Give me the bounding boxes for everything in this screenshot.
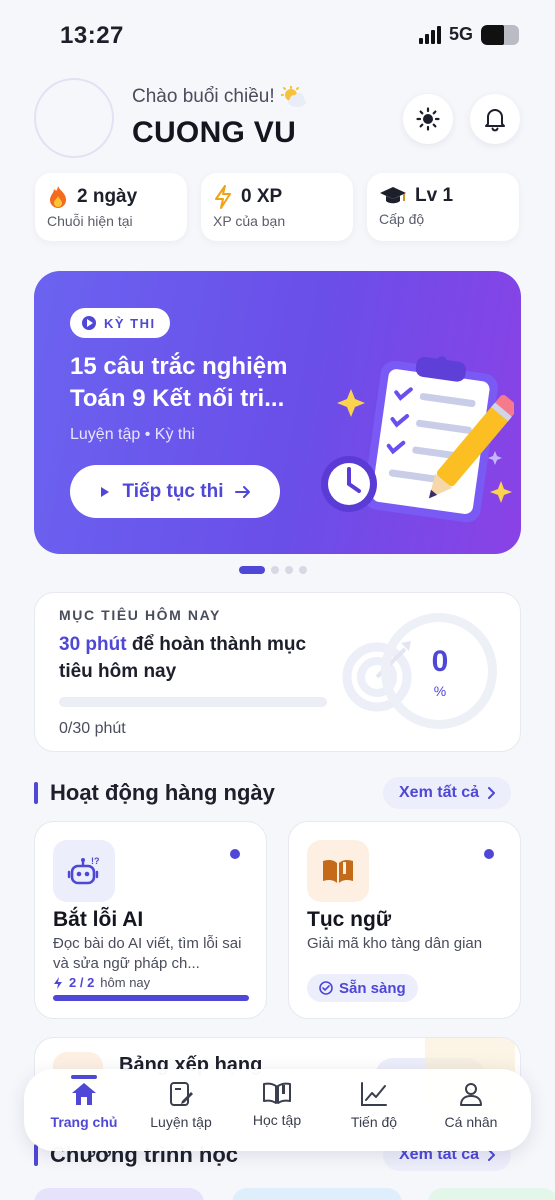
avatar[interactable] (34, 78, 114, 158)
streak-value: 2 ngày (77, 186, 138, 207)
notifications-button[interactable] (470, 94, 520, 144)
new-indicator (230, 849, 240, 859)
program-card[interactable] (232, 1188, 402, 1200)
goal-percent-sign: % (433, 683, 447, 699)
activity-icon-box (307, 840, 369, 902)
section-marker (34, 782, 38, 804)
goal-percent: 0 (431, 645, 449, 678)
carousel-dot[interactable] (239, 566, 265, 574)
nav-home[interactable]: Trang chủ (39, 1081, 129, 1130)
daily-goal-card[interactable]: MỤC TIÊU HÔM NAY 30 phút để hoàn thành m… (34, 592, 521, 752)
status-icons: 5G (418, 24, 519, 45)
program-card[interactable] (428, 1188, 555, 1200)
level-value: Lv 1 (415, 185, 454, 206)
play-icon (100, 486, 109, 497)
chart-icon (361, 1082, 387, 1106)
exam-banner[interactable]: KỲ THI 15 câu trắc nghiệm Toán 9 Kết nối… (34, 271, 521, 554)
sun-cloud-icon (280, 86, 306, 107)
status-time: 13:27 (60, 22, 124, 49)
program-card[interactable] (34, 1188, 204, 1200)
greeting-text: Chào buổi chiều! (132, 86, 275, 107)
activity-card-ai-errors[interactable]: !? Bắt lỗi AI Đọc bài do AI viết, tìm lỗ… (34, 821, 267, 1019)
daily-see-all-label: Xem tất cả (399, 784, 480, 801)
activity-description: Đọc bài do AI viết, tìm lỗi sai và sửa n… (53, 935, 242, 972)
battery-icon (481, 24, 519, 45)
xp-label: XP của bạn (213, 213, 286, 229)
streak-label: Chuỗi hiện tại (47, 213, 133, 229)
user-icon (460, 1083, 482, 1106)
carousel-dot[interactable] (271, 566, 279, 574)
activity-title: Tục ngữ (307, 908, 392, 931)
level-card[interactable]: Lv 1 Cấp độ (367, 173, 519, 241)
signal-icon (418, 25, 441, 44)
lightning-icon (215, 185, 231, 209)
new-indicator (484, 849, 494, 859)
exam-chip: KỲ THI (70, 308, 170, 338)
activity-count-value: 2 / 2 (69, 975, 95, 990)
exam-chip-label: KỲ THI (104, 315, 156, 331)
lightning-icon (54, 976, 62, 989)
nav-profile-label: Cá nhân (444, 1114, 498, 1130)
robot-icon: !? (67, 856, 100, 885)
bottom-nav: Trang chủ Luyện tập Học tập Tiến độ Cá n… (24, 1069, 531, 1151)
nav-practice[interactable]: Luyện tập (136, 1081, 226, 1130)
activity-progress-bar (53, 995, 249, 1001)
greeting: Chào buổi chiều! (132, 86, 307, 108)
ready-badge: Sẵn sàng (307, 974, 418, 1002)
network-label: 5G (448, 24, 473, 44)
play-circle-icon (82, 316, 96, 330)
daily-see-all-button[interactable]: Xem tất cả (383, 777, 512, 809)
goal-text: 30 phút để hoàn thành mục tiêu hôm nay (59, 631, 329, 685)
goal-progress-bar (59, 697, 327, 707)
nav-practice-label: Luyện tập (150, 1114, 212, 1130)
chevron-right-icon (488, 787, 496, 799)
activity-count-suffix: hôm nay (100, 975, 151, 990)
check-circle-icon (319, 981, 333, 995)
section-marker (34, 1144, 38, 1166)
activity-count: 2 / 2 hôm nay (53, 975, 150, 990)
open-book-icon (263, 1082, 291, 1104)
streak-card[interactable]: 2 ngày Chuỗi hiện tại (35, 173, 187, 241)
banner-subtitle: Luyện tập • Kỳ thi (70, 426, 195, 443)
xp-value: 0 XP (241, 186, 283, 207)
arrow-right-icon (235, 485, 251, 498)
user-name: CUONG VU (132, 116, 297, 149)
nav-study-label: Học tập (252, 1112, 302, 1128)
xp-card[interactable]: 0 XP XP của bạn (201, 173, 353, 241)
nav-home-label: Trang chủ (50, 1114, 118, 1130)
ready-label: Sẵn sàng (339, 979, 406, 997)
fire-icon (50, 186, 66, 208)
nav-study[interactable]: Học tập (232, 1081, 322, 1128)
active-tab-indicator (71, 1075, 97, 1079)
daily-section-title: Hoạt động hàng ngày (50, 780, 275, 805)
sun-icon (416, 107, 440, 131)
carousel-dot[interactable] (299, 566, 307, 574)
svg-text:!?: !? (91, 856, 100, 866)
nav-profile[interactable]: Cá nhân (426, 1081, 516, 1130)
level-label: Cấp độ (379, 211, 425, 227)
continue-exam-button[interactable]: Tiếp tục thi (70, 465, 280, 518)
goal-label: MỤC TIÊU HÔM NAY (59, 607, 221, 623)
activity-title: Bắt lỗi AI (53, 908, 144, 931)
carousel-dots[interactable] (239, 566, 307, 574)
activity-icon-box: !? (53, 840, 115, 902)
goal-highlight: 30 phút (59, 634, 127, 655)
nav-progress-label: Tiến độ (350, 1114, 398, 1130)
activity-description: Giải mã kho tàng dân gian (307, 935, 483, 952)
theme-toggle-button[interactable] (403, 94, 453, 144)
banner-title: 15 câu trắc nghiệm Toán 9 Kết nối tri... (70, 353, 288, 412)
practice-icon (170, 1082, 193, 1106)
graduation-cap-icon (380, 187, 406, 204)
bell-icon (485, 109, 505, 132)
continue-exam-label: Tiếp tục thi (122, 480, 224, 502)
book-icon (323, 859, 353, 883)
carousel-dot[interactable] (285, 566, 293, 574)
home-icon (72, 1083, 96, 1105)
clipboard-illustration (321, 356, 514, 523)
activity-card-proverbs[interactable]: Tục ngữ Giải mã kho tàng dân gian Sẵn sà… (288, 821, 521, 1019)
nav-progress[interactable]: Tiến độ (329, 1081, 419, 1130)
goal-count: 0/30 phút (59, 720, 126, 737)
